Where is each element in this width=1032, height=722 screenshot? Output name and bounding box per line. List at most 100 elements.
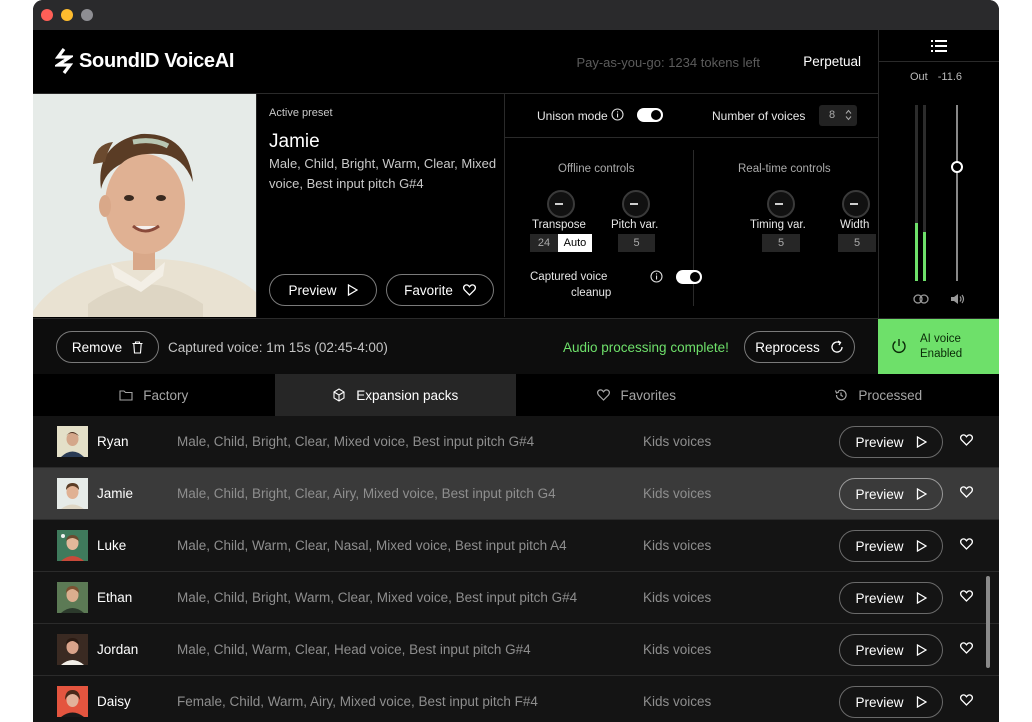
trash-icon <box>132 340 143 354</box>
pitch-variation-label: Pitch var. <box>611 219 659 231</box>
voice-thumbnail <box>57 530 88 561</box>
tab-favorites-label: Favorites <box>620 387 677 403</box>
voice-preview-button[interactable]: Preview <box>839 478 943 510</box>
captured-voice-cleanup-label: Captured voice <box>530 271 608 283</box>
captured-voice-info: Captured voice: 1m 15s (02:45-4:00) <box>168 340 388 355</box>
minimize-window-button[interactable] <box>61 9 73 21</box>
voice-pack: Kids voices <box>643 590 712 605</box>
voice-name: Luke <box>97 538 127 553</box>
voice-row-jamie[interactable]: Jamie Male, Child, Bright, Clear, Airy, … <box>33 468 999 520</box>
captured-voice-cleanup-toggle[interactable] <box>676 270 702 284</box>
width-knob[interactable] <box>842 190 870 218</box>
preset-favorite-button[interactable]: Favorite <box>386 274 494 306</box>
output-value: -11.6 <box>937 71 962 83</box>
voice-pack: Kids voices <box>643 538 712 553</box>
portrait-image <box>33 94 256 317</box>
active-preset-tags: Male, Child, Bright, Warm, Clear, Mixed … <box>269 156 497 191</box>
favorite-heart-icon[interactable] <box>960 486 973 498</box>
voice-row-luke[interactable]: Luke Male, Child, Warm, Clear, Nasal, Mi… <box>33 520 999 572</box>
tab-factory-label: Factory <box>143 387 189 403</box>
voice-row-jordan[interactable]: Jordan Male, Child, Warm, Clear, Head vo… <box>33 624 999 676</box>
voice-list-scrollbar[interactable] <box>986 576 990 668</box>
favorite-heart-icon[interactable] <box>960 590 973 602</box>
play-icon <box>916 540 927 552</box>
play-icon <box>916 644 927 656</box>
play-icon <box>916 696 927 708</box>
tab-processed[interactable]: Processed <box>758 374 1000 416</box>
cleanup-info-icon[interactable] <box>650 270 663 283</box>
voice-thumbnail <box>57 426 88 457</box>
favorite-heart-icon[interactable] <box>960 694 973 706</box>
width-value[interactable]: 5 <box>838 234 876 252</box>
power-icon <box>892 339 906 353</box>
refresh-icon <box>831 340 843 353</box>
timing-variation-value[interactable]: 5 <box>762 234 800 252</box>
voice-row-daisy[interactable]: Daisy Female, Child, Warm, Airy, Mixed v… <box>33 676 999 722</box>
history-icon <box>835 389 847 401</box>
voice-tags: Male, Child, Bright, Clear, Mixed voice,… <box>177 434 535 449</box>
unison-row: Unison mode Number of voices 8 <box>505 94 879 138</box>
app-logo: SoundID VoiceAI <box>55 48 234 74</box>
active-preset-panel: Active preset Jamie Male, Child, Bright,… <box>256 94 504 317</box>
play-icon <box>916 436 927 448</box>
tab-favorites[interactable]: Favorites <box>516 374 758 416</box>
voice-tags: Male, Child, Warm, Clear, Head voice, Be… <box>177 642 531 657</box>
info-icon[interactable] <box>611 108 624 121</box>
width-label: Width <box>840 219 870 231</box>
voice-preview-button[interactable]: Preview <box>839 634 943 666</box>
close-window-button[interactable] <box>41 9 53 21</box>
tab-expansion-packs[interactable]: Expansion packs <box>274 374 516 416</box>
preset-preview-button[interactable]: Preview <box>269 274 377 306</box>
tab-factory[interactable]: Factory <box>33 374 275 416</box>
cleanup-label-line2: cleanup <box>571 287 612 299</box>
output-readout: Out -11.6 <box>910 71 962 83</box>
favorite-heart-icon[interactable] <box>960 434 973 446</box>
favorite-label: Favorite <box>404 282 453 298</box>
number-of-voices-label: Number of voices <box>712 109 806 123</box>
reprocess-label: Reprocess <box>755 339 820 355</box>
voice-thumbnail <box>57 582 88 613</box>
right-level-meter <box>923 105 926 281</box>
menu-list-icon[interactable] <box>931 39 947 52</box>
reprocess-button[interactable]: Reprocess <box>744 331 855 363</box>
preview-label: Preview <box>855 642 904 658</box>
voice-pack: Kids voices <box>643 642 712 657</box>
preview-label: Preview <box>855 538 904 554</box>
zoom-window-button[interactable] <box>81 9 93 21</box>
unison-mode-toggle[interactable] <box>637 108 663 122</box>
voice-preview-button[interactable]: Preview <box>839 686 943 718</box>
transpose-auto-button[interactable]: Auto <box>558 234 592 252</box>
app-window: SoundID VoiceAI Pay-as-you-go: 1234 toke… <box>33 0 999 722</box>
menu-bar <box>879 30 999 62</box>
play-icon <box>916 488 927 500</box>
app-name: SoundID VoiceAI <box>79 49 235 72</box>
favorite-heart-icon[interactable] <box>960 642 973 654</box>
pitch-variation-value[interactable]: 5 <box>618 234 655 252</box>
voice-preview-button[interactable]: Preview <box>839 582 943 614</box>
voice-row-ryan[interactable]: Ryan Male, Child, Bright, Clear, Mixed v… <box>33 416 999 468</box>
speaker-icon[interactable] <box>950 293 966 305</box>
volume-slider-track[interactable] <box>956 105 958 281</box>
volume-slider-handle[interactable] <box>951 160 963 173</box>
stepper-arrows-icon[interactable] <box>845 109 852 121</box>
remove-button[interactable]: Remove <box>56 331 159 363</box>
pitch-variation-knob[interactable] <box>622 190 650 218</box>
transpose-value[interactable]: 24 <box>530 234 558 252</box>
timing-variation-knob[interactable] <box>767 190 795 218</box>
ai-voice-toggle[interactable]: AI voice Enabled <box>878 319 999 375</box>
voice-preview-button[interactable]: Preview <box>839 426 943 458</box>
preset-portrait <box>33 94 256 317</box>
preview-label: Preview <box>855 434 904 450</box>
voice-tags: Female, Child, Warm, Airy, Mixed voice, … <box>177 694 538 709</box>
voice-tags: Male, Child, Warm, Clear, Nasal, Mixed v… <box>177 538 567 553</box>
voice-pack: Kids voices <box>643 486 712 501</box>
active-preset-name: Jamie <box>269 131 320 152</box>
preview-label: Preview <box>288 282 337 298</box>
voice-row-ethan[interactable]: Ethan Male, Child, Bright, Warm, Clear, … <box>33 572 999 624</box>
number-of-voices-stepper[interactable]: 8 <box>819 105 857 126</box>
stereo-link-icon[interactable] <box>913 294 929 304</box>
voice-preview-button[interactable]: Preview <box>839 530 943 562</box>
voice-pack: Kids voices <box>643 694 712 709</box>
favorite-heart-icon[interactable] <box>960 538 973 550</box>
transpose-knob[interactable] <box>547 190 575 218</box>
